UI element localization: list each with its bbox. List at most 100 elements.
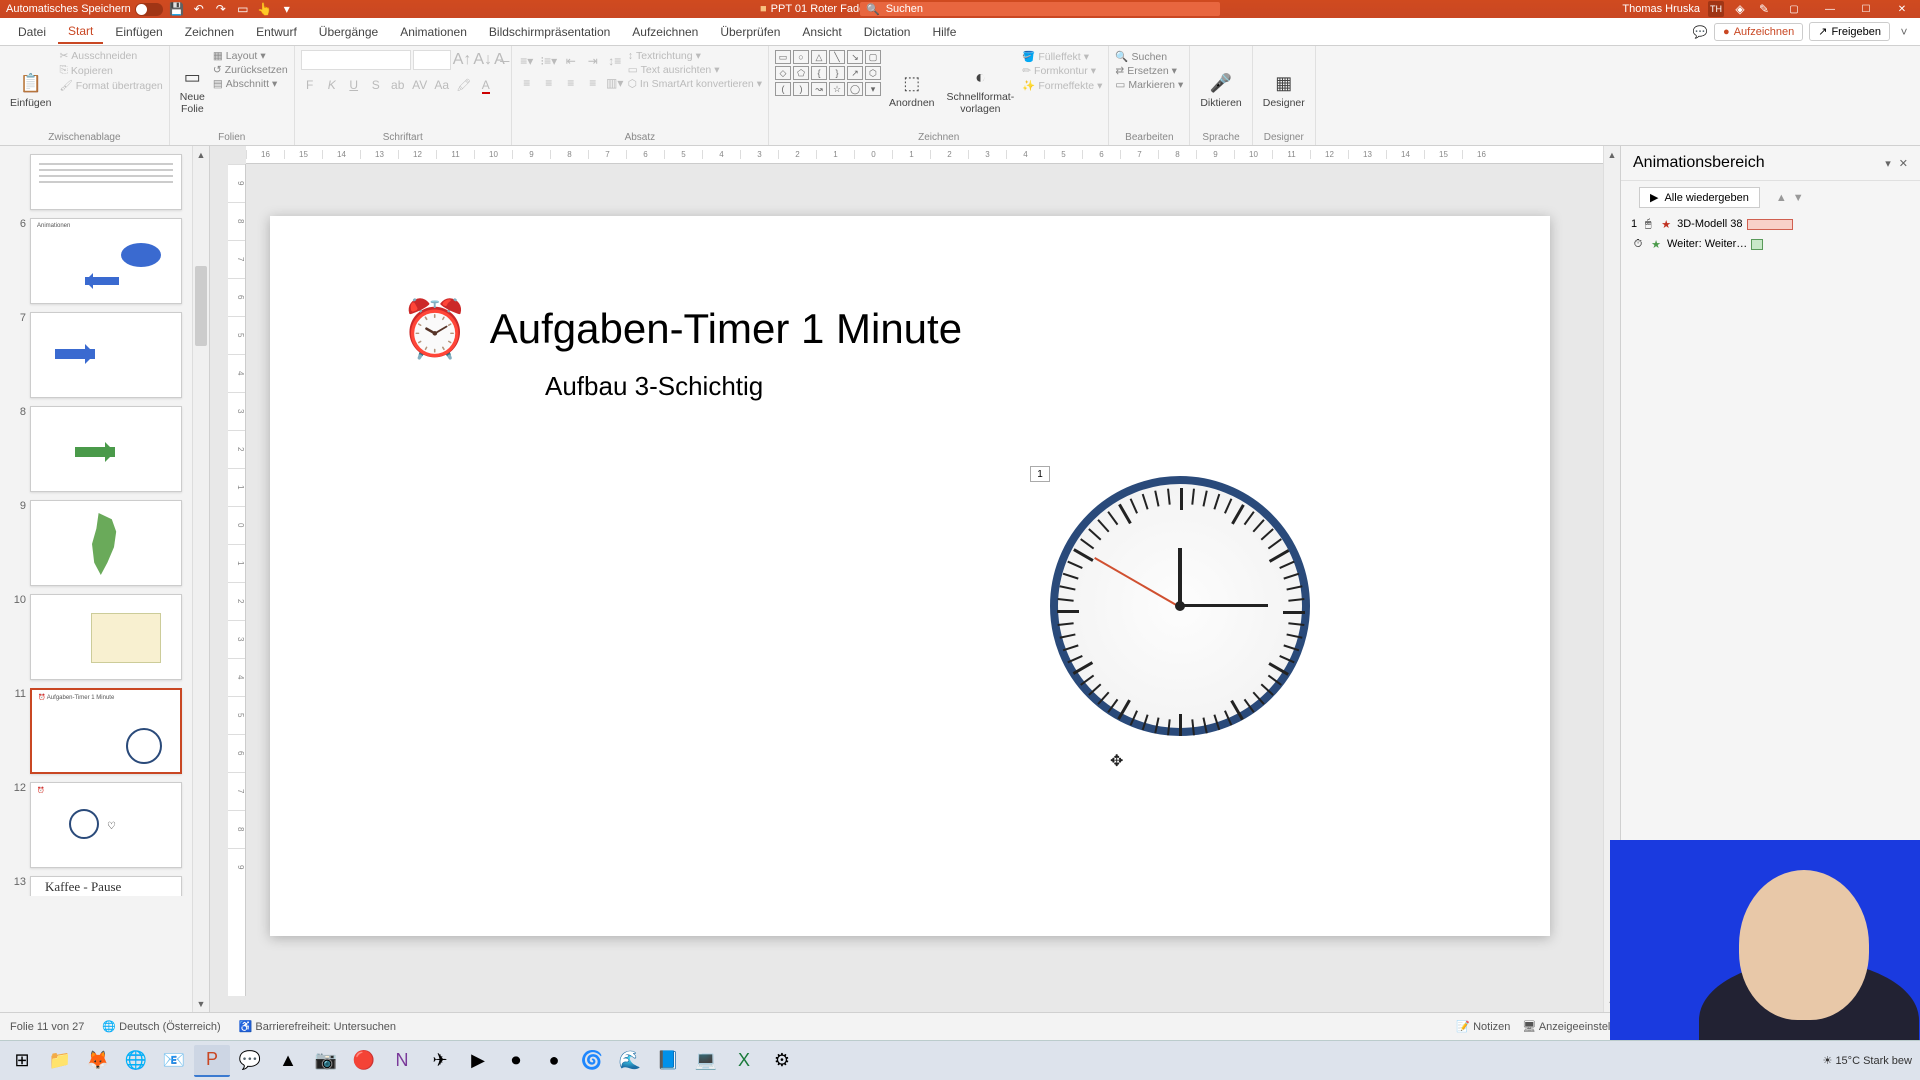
format-painter-button[interactable]: 🖌 Format übertragen xyxy=(59,79,162,92)
slide-editor[interactable]: 1615141312111098765432101234567891011121… xyxy=(210,146,1620,1012)
pane-options-icon[interactable]: ▾ xyxy=(1885,157,1891,170)
ribbon-opts-icon[interactable]: ▢ xyxy=(1780,0,1808,18)
obs-icon[interactable]: ⏺ xyxy=(498,1045,534,1077)
tab-uebergaenge[interactable]: Übergänge xyxy=(309,21,388,43)
redo-icon[interactable]: ↷ xyxy=(213,1,229,17)
excel-icon[interactable]: X xyxy=(726,1045,762,1077)
thumb-11[interactable]: ⏰ Aufgaben-Timer 1 Minute xyxy=(30,688,182,774)
cut-button[interactable]: ✂ Ausschneiden xyxy=(59,50,162,62)
font-name-input[interactable] xyxy=(301,50,411,70)
replace-button[interactable]: ⇄ Ersetzen ▾ xyxy=(1115,65,1183,77)
shapes-gallery[interactable]: ▭○△╲↘▢ ◇⬠{}↗⬡ ()↝☆◯▾ xyxy=(775,50,881,130)
touch-icon[interactable]: 👆 xyxy=(257,1,273,17)
copy-button[interactable]: ⎘ Kopieren xyxy=(59,64,162,77)
user-avatar[interactable]: TH xyxy=(1708,1,1724,17)
slide-canvas[interactable]: ⏰ Aufgaben-Timer 1 Minute Aufbau 3-Schic… xyxy=(270,216,1550,936)
qat-more-icon[interactable]: ▾ xyxy=(279,1,295,17)
tab-start[interactable]: Start xyxy=(58,20,103,44)
arrange-button[interactable]: ⬚Anordnen xyxy=(885,50,939,130)
slideshow-icon[interactable]: ▭ xyxy=(235,1,251,17)
underline-button[interactable]: U xyxy=(345,78,363,92)
tab-aufzeichnen[interactable]: Aufzeichnen xyxy=(622,21,708,43)
align-right-button[interactable]: ≡ xyxy=(562,76,580,90)
slide-subtitle[interactable]: Aufbau 3-Schichtig xyxy=(545,371,763,402)
thumbs-scrollbar[interactable]: ▲ ▼ xyxy=(192,146,209,1012)
clock-3d-model[interactable] xyxy=(1050,476,1310,736)
app-icon[interactable]: 💻 xyxy=(688,1045,724,1077)
thumb-7[interactable] xyxy=(30,312,182,398)
font-size-input[interactable] xyxy=(413,50,451,70)
app-icon[interactable]: 📘 xyxy=(650,1045,686,1077)
autosave-toggle[interactable]: Automatisches Speichern xyxy=(6,3,163,16)
firefox-icon[interactable]: 🦊 xyxy=(80,1045,116,1077)
pane-close-icon[interactable]: ✕ xyxy=(1899,157,1908,170)
app-icon[interactable]: ● xyxy=(536,1045,572,1077)
clear-format-icon[interactable]: A̶ xyxy=(494,51,505,69)
find-button[interactable]: 🔍 Suchen xyxy=(1115,50,1183,63)
new-slide-button[interactable]: ▭Neue Folie xyxy=(176,50,209,130)
slide-counter[interactable]: Folie 11 von 27 xyxy=(10,1021,84,1033)
paste-button[interactable]: 📋Einfügen xyxy=(6,50,55,130)
reset-button[interactable]: ↺ Zurücksetzen xyxy=(213,64,288,76)
shapefill-button[interactable]: 🪣 Fülleffekt ▾ xyxy=(1022,50,1102,63)
play-all-button[interactable]: ▶ Alle wiedergeben xyxy=(1639,187,1760,208)
tab-animationen[interactable]: Animationen xyxy=(390,21,477,43)
app-icon[interactable]: 💬 xyxy=(232,1045,268,1077)
shadow-button[interactable]: ab xyxy=(389,78,407,92)
layout-button[interactable]: ▦ Layout ▾ xyxy=(213,50,288,62)
app-icon[interactable]: ▶ xyxy=(460,1045,496,1077)
fontcolor-button[interactable]: A xyxy=(477,78,495,92)
outlook-icon[interactable]: 📧 xyxy=(156,1045,192,1077)
textalign-button[interactable]: ▭ Text ausrichten ▾ xyxy=(628,64,762,76)
columns-button[interactable]: ▥▾ xyxy=(606,76,624,90)
animation-tag[interactable]: 1 xyxy=(1030,466,1050,482)
thumb-12[interactable]: ⏰♡ xyxy=(30,782,182,868)
diamond-icon[interactable]: ◈ xyxy=(1732,1,1748,17)
linespacing-button[interactable]: ↕≡ xyxy=(606,54,624,68)
move-up-icon[interactable]: ▲ xyxy=(1776,192,1787,204)
scroll-up-icon[interactable]: ▲ xyxy=(1604,146,1620,163)
search-box[interactable]: 🔍 Suchen xyxy=(860,2,1220,16)
vlc-icon[interactable]: ▲ xyxy=(270,1045,306,1077)
app-icon[interactable]: 🔴 xyxy=(346,1045,382,1077)
record-button[interactable]: ●Aufzeichnen xyxy=(1714,23,1803,41)
app-icon[interactable]: ⚙ xyxy=(764,1045,800,1077)
app-icon[interactable]: 🌀 xyxy=(574,1045,610,1077)
textdir-button[interactable]: ↕ Textrichtung ▾ xyxy=(628,50,762,62)
designer-button[interactable]: ▦Designer xyxy=(1259,50,1309,130)
chrome-icon[interactable]: 🌐 xyxy=(118,1045,154,1077)
indent-dec-button[interactable]: ⇤ xyxy=(562,54,580,68)
shapeeffects-button[interactable]: ✨ Formeffekte ▾ xyxy=(1022,79,1102,92)
share-button[interactable]: ↗Freigeben xyxy=(1809,22,1890,41)
minimize-button[interactable]: — xyxy=(1816,0,1844,18)
shapeoutline-button[interactable]: ✏ Formkontur ▾ xyxy=(1022,65,1102,77)
pen-icon[interactable]: ✎ xyxy=(1756,1,1772,17)
user-name[interactable]: Thomas Hruska xyxy=(1622,3,1700,15)
thumb-5[interactable] xyxy=(30,154,182,210)
thumb-6[interactable]: Animationen xyxy=(30,218,182,304)
bold-button[interactable]: F xyxy=(301,78,319,92)
anim-item-1[interactable]: 1 🖱 ★ 3D-Modell 38 xyxy=(1621,214,1920,234)
weather-widget[interactable]: ☀ 15°C Stark bew xyxy=(1823,1054,1912,1067)
tab-entwurf[interactable]: Entwurf xyxy=(246,21,307,43)
close-button[interactable]: ✕ xyxy=(1888,0,1916,18)
italic-button[interactable]: K xyxy=(323,78,341,92)
language-status[interactable]: 🌐 Deutsch (Österreich) xyxy=(102,1020,220,1033)
thumb-13[interactable]: Kaffee - Pause xyxy=(30,876,182,896)
tab-ueberpruefen[interactable]: Überprüfen xyxy=(710,21,790,43)
explorer-icon[interactable]: 📁 xyxy=(42,1045,78,1077)
onenote-icon[interactable]: N xyxy=(384,1045,420,1077)
quickstyles-button[interactable]: ◐Schnellformat- vorlagen xyxy=(943,50,1019,130)
tab-datei[interactable]: Datei xyxy=(8,21,56,43)
edge-icon[interactable]: 🌊 xyxy=(612,1045,648,1077)
maximize-button[interactable]: ☐ xyxy=(1852,0,1880,18)
tab-hilfe[interactable]: Hilfe xyxy=(922,21,966,43)
tab-zeichnen[interactable]: Zeichnen xyxy=(175,21,244,43)
scroll-up-icon[interactable]: ▲ xyxy=(193,146,209,163)
tab-einfuegen[interactable]: Einfügen xyxy=(105,21,172,43)
smartart-button[interactable]: ⬡ In SmartArt konvertieren ▾ xyxy=(628,78,762,90)
anim-item-2[interactable]: ⏱ ★ Weiter: Weiter… xyxy=(1621,234,1920,254)
shrink-font-icon[interactable]: A↓ xyxy=(473,51,492,69)
undo-icon[interactable]: ↶ xyxy=(191,1,207,17)
grow-font-icon[interactable]: A↑ xyxy=(453,51,472,69)
